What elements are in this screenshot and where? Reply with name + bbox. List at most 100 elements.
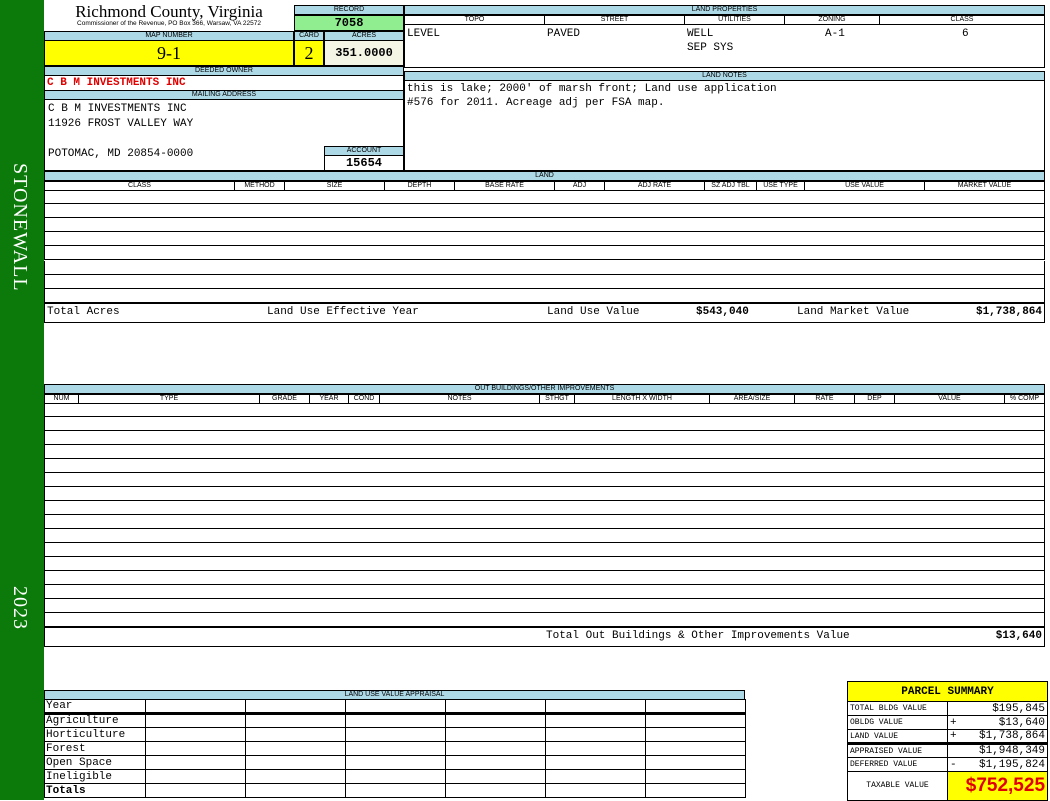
total-acres-label: Total Acres: [47, 306, 120, 318]
land-use-cell: [445, 699, 546, 714]
table-row: [44, 613, 1045, 627]
land-use-cell: [345, 713, 446, 728]
summary-label: DEFERRED VALUE: [847, 757, 948, 772]
table-row: [44, 487, 1045, 501]
deeded-owner-value: C B M INVESTMENTS INC: [44, 75, 404, 91]
account-value: 15654: [324, 155, 404, 171]
address-line-2: 11926 FROST VALLEY WAY: [48, 118, 194, 130]
summary-label: OBLDG VALUE: [847, 715, 948, 730]
summary-operator: -: [950, 758, 957, 771]
land-use-cell: [645, 699, 746, 714]
land-use-row: Forest: [44, 741, 746, 756]
table-row: [44, 204, 1045, 219]
summary-value-cell: $1,948,349: [946, 743, 1049, 758]
year-row-label: Year: [44, 699, 146, 714]
land-use-cell: [345, 755, 446, 770]
summary-value-cell: - $1,195,824: [946, 757, 1049, 772]
land-properties-label: LAND PROPERTIES: [404, 5, 1045, 15]
land-use-row-label: Ineligible: [44, 769, 146, 784]
land-use-cell: [345, 699, 446, 714]
land-property-value: WELL SEP SYS: [687, 28, 734, 54]
land-use-cell: [445, 769, 546, 784]
totals-row: Totals: [44, 783, 746, 798]
land-use-cell: [445, 727, 546, 742]
land-use-row-label: Agriculture: [44, 713, 146, 728]
land-use-cell: [645, 713, 746, 728]
land-use-cell: [645, 755, 746, 770]
table-row: [44, 403, 1045, 417]
land-use-cell: [245, 727, 346, 742]
summary-row: APPRAISED VALUE $1,948,349: [847, 743, 1049, 758]
land-market-value-label: Land Market Value: [797, 306, 910, 318]
table-row: [44, 190, 1045, 205]
table-row: [44, 543, 1045, 557]
summary-value-cell: $195,845: [946, 701, 1049, 716]
summary-value: $13,640: [998, 716, 1046, 729]
land-use-cell: [545, 699, 646, 714]
land-use-cell: [545, 783, 646, 798]
summary-operator: +: [950, 730, 957, 742]
land-use-cell: [545, 727, 646, 742]
table-row: [44, 585, 1045, 599]
table-row: [44, 417, 1045, 431]
land-use-row-label: Horticulture: [44, 727, 146, 742]
land-use-cell: [245, 741, 346, 756]
acres-value: 351.0000: [324, 40, 404, 66]
land-property-value: PAVED: [547, 28, 581, 40]
land-use-cell: [345, 783, 446, 798]
summary-value-cell: + $1,738,864: [946, 729, 1049, 744]
summary-label: LAND VALUE: [847, 729, 948, 744]
totals-row-label: Totals: [44, 783, 146, 798]
summary-operator: +: [950, 716, 957, 729]
outbuildings-total-value: $13,640: [995, 630, 1042, 642]
header: Richmond County, Virginia Commissioner o…: [44, 3, 294, 28]
outbuildings-total-label: Total Out Buildings & Other Improvements…: [546, 630, 850, 642]
table-row: [44, 232, 1045, 247]
summary-value-cell: + $13,640: [946, 715, 1049, 730]
address-line-1: C B M INVESTMENTS INC: [48, 103, 187, 115]
land-use-cell: [245, 783, 346, 798]
taxable-value-label: TAXABLE VALUE: [847, 771, 948, 801]
table-row: [44, 473, 1045, 487]
land-use-cell: [445, 741, 546, 756]
land-use-cell: [145, 755, 246, 770]
land-use-cell: [445, 783, 546, 798]
table-row: [44, 288, 1045, 303]
land-property-value: LEVEL: [407, 28, 441, 40]
land-use-cell: [145, 783, 246, 798]
table-row: [44, 260, 1045, 275]
land-use-value-label: Land Use Value: [547, 306, 640, 318]
map-number-value: 9-1: [44, 40, 294, 66]
table-row: [44, 599, 1045, 613]
summary-label: APPRAISED VALUE: [847, 743, 948, 758]
summary-row: LAND VALUE + $1,738,864: [847, 729, 1049, 744]
land-use-cell: [145, 713, 246, 728]
land-use-cell: [445, 755, 546, 770]
outbuildings-total-row: Total Out Buildings & Other Improvements…: [44, 627, 1045, 647]
summary-value: $1,738,864: [979, 730, 1046, 742]
summary-value: $195,845: [992, 702, 1046, 715]
summary-row: DEFERRED VALUE - $1,195,824: [847, 757, 1049, 772]
land-use-cell: [545, 755, 646, 770]
office-address: Commissioner of the Revenue, PO Box 366,…: [77, 20, 261, 27]
summary-value: $1,195,824: [979, 758, 1046, 771]
land-use-table: Year Agriculture Horticulture Forest Open Sp…: [44, 699, 746, 798]
table-row: [44, 218, 1045, 233]
summary-label: TOTAL BLDG VALUE: [847, 701, 948, 716]
table-row: [44, 246, 1045, 261]
land-totals-row: Total Acres Land Use Effective Year Land…: [44, 303, 1045, 323]
land-label: LAND: [44, 171, 1045, 181]
table-row: [44, 571, 1045, 585]
table-row: [44, 459, 1045, 473]
land-use-cell: [345, 727, 446, 742]
land-use-cell: [245, 699, 346, 714]
land-use-cell: [345, 741, 446, 756]
summary-row: TOTAL BLDG VALUE $195,845: [847, 701, 1049, 716]
parcel-summary-title: PARCEL SUMMARY: [846, 681, 1049, 702]
summary-row: OBLDG VALUE + $13,640: [847, 715, 1049, 730]
district-name: STONEWALL: [9, 163, 31, 292]
summary-value: $1,948,349: [979, 745, 1046, 757]
land-use-cell: [645, 783, 746, 798]
land-property-value: A-1: [825, 28, 845, 40]
land-properties-values: LEVEL PAVED WELL SEP SYS A-1 6: [404, 24, 1045, 68]
